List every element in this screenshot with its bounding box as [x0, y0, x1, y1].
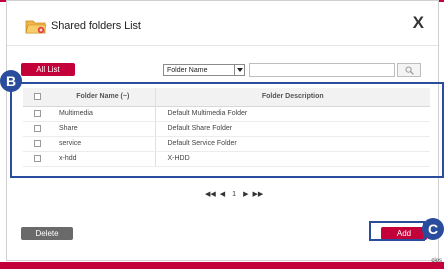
delete-button[interactable]: Delete	[21, 227, 73, 240]
search-icon	[405, 66, 414, 75]
last-page-icon[interactable]: ▶▶	[252, 190, 263, 198]
dialog-title: Shared folders List	[51, 20, 141, 32]
shared-folder-icon	[25, 20, 47, 34]
prev-page-icon[interactable]: ◀	[220, 190, 225, 198]
search-button[interactable]	[397, 63, 421, 77]
filter-select-value: Folder Name	[167, 67, 208, 74]
dialog-title-row: Shared folders List	[25, 17, 141, 35]
all-list-button[interactable]: All List	[21, 63, 75, 76]
current-page-number[interactable]: 1	[232, 191, 236, 198]
title-divider	[7, 45, 438, 46]
filter-select[interactable]: Folder Name	[163, 64, 245, 76]
callout-marker-b: B	[0, 70, 22, 92]
first-page-icon[interactable]: ◀◀	[205, 190, 216, 198]
search-input[interactable]	[249, 63, 395, 77]
callout-marker-c: C	[422, 218, 444, 240]
callout-highlight-c	[369, 221, 425, 241]
close-text[interactable]: clos	[431, 258, 442, 264]
dropdown-arrow-icon[interactable]	[234, 65, 244, 75]
bottom-frame-line	[0, 262, 444, 269]
next-page-icon[interactable]: ▶	[243, 190, 248, 198]
callout-highlight-b	[10, 82, 444, 178]
close-icon[interactable]: X	[413, 13, 424, 33]
pagination: ◀◀ ◀ 1 ▶ ▶▶	[203, 190, 265, 199]
